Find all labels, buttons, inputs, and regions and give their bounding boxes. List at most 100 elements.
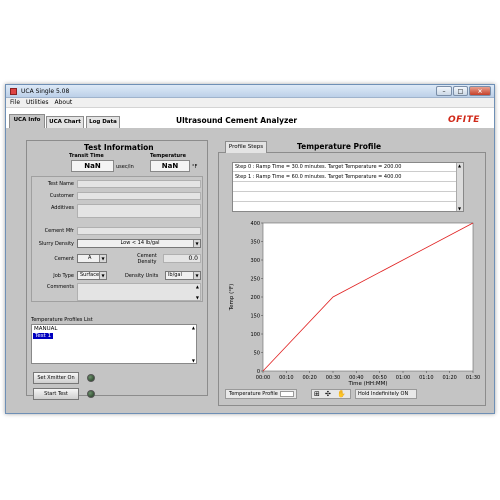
x-tick-label: 01:30 (466, 375, 480, 381)
menu-about[interactable]: About (54, 99, 72, 106)
slurry-density-select[interactable]: Low < 14 lb/gal ▼ (77, 239, 201, 248)
chart-xlabel: Time (HH:MM) (347, 381, 387, 387)
chevron-down-icon: ▼ (193, 240, 200, 247)
density-units-label: Density Units (125, 273, 159, 279)
slurry-density-label: Slurry Density (38, 241, 74, 247)
crosshair-tool-icon[interactable]: ✣ (325, 390, 331, 398)
test-name-input[interactable] (77, 180, 201, 188)
tab-uca-chart[interactable]: UCA Chart (46, 116, 84, 128)
list-scroll-down-icon[interactable]: ▼ (192, 358, 195, 363)
cement-select[interactable]: A ▼ (77, 254, 107, 263)
chart-legend[interactable]: Temperature Profile (225, 389, 297, 399)
y-tick-label: 400 (250, 221, 260, 227)
y-tick-label: 100 (250, 332, 260, 338)
app-window: UCA Single 5.08 – □ × File Utilities Abo… (5, 84, 495, 414)
zoom-tool-icon[interactable]: ⊞ (314, 390, 320, 398)
x-tick-label: 01:10 (419, 375, 433, 381)
tab-uca-info[interactable]: UCA Info (9, 114, 45, 128)
step-row[interactable]: Step 1 : Ramp Time = 60.0 minutes. Targe… (233, 173, 457, 182)
xmitter-status-indicator (87, 374, 95, 382)
profile-item-test-1[interactable]: Test 1 (33, 333, 54, 339)
list-scroll-up-icon[interactable]: ▲ (192, 325, 195, 330)
hold-indefinitely-label: Hold Indefinitely ON (358, 391, 409, 397)
density-units-value: lb/gal (168, 272, 182, 278)
steps-scroll-down-icon[interactable]: ▼ (458, 206, 461, 211)
comments-label: Comments (46, 284, 74, 290)
app-title: Ultrasound Cement Analyzer (176, 116, 298, 125)
x-tick-label: 00:10 (279, 375, 293, 381)
step-row[interactable]: Step 0 : Ramp Time = 30.0 minutes. Targe… (233, 163, 457, 172)
cement-density-value: 0.0 (188, 255, 198, 262)
tab-log-data[interactable]: Log Data (86, 116, 120, 128)
menu-file[interactable]: File (10, 99, 20, 106)
x-tick-label: 01:20 (442, 375, 456, 381)
legend-swatch (280, 391, 294, 397)
cement-mfr-input[interactable] (77, 227, 201, 235)
steps-scrollbar[interactable]: ▲ ▼ (456, 163, 463, 211)
chevron-down-icon: ▼ (99, 255, 106, 262)
cement-value: A (88, 255, 92, 261)
y-tick-label: 200 (250, 295, 260, 301)
minimize-button[interactable]: – (436, 86, 452, 96)
form-box: Test Name Customer Additives Cement Mfr … (31, 176, 203, 302)
tab-profile-steps[interactable]: Profile Steps (225, 141, 267, 153)
chevron-down-icon: ▼ (99, 272, 106, 279)
legend-label: Temperature Profile (229, 391, 278, 397)
profile-panel: Profile Steps Temperature Profile Step 0… (218, 141, 486, 406)
test-name-label: Test Name (47, 181, 74, 187)
test-status-indicator (87, 390, 95, 398)
comments-input[interactable]: ▲ ▼ (77, 283, 201, 301)
title-bar[interactable]: UCA Single 5.08 – □ × (6, 85, 494, 98)
set-xmitter-button[interactable]: Set Xmitter On (33, 372, 79, 384)
test-info-heading: Test Information (84, 143, 154, 152)
transit-time-value: NaN (71, 160, 114, 172)
job-type-select[interactable]: Surface ▼ (77, 271, 107, 280)
menu-utilities[interactable]: Utilities (26, 99, 49, 106)
transit-time-unit: usec/in (116, 164, 134, 170)
logo-text: OFITE (448, 115, 480, 125)
hold-indefinitely-indicator: Hold Indefinitely ON (355, 389, 417, 399)
additives-label: Additives (50, 205, 74, 211)
app-icon (10, 88, 17, 95)
additives-input[interactable] (77, 204, 201, 218)
temperature-profiles-list[interactable]: MANUAL Test 1 ▲ ▼ (31, 324, 197, 364)
temperature-value: NaN (150, 160, 190, 172)
temperature-unit: °F (192, 164, 198, 170)
maximize-button[interactable]: □ (453, 86, 468, 96)
tab-strip: UCA Info UCA Chart Log Data Ultrasound C… (6, 108, 494, 128)
cement-density-input[interactable]: 0.0 (163, 254, 201, 263)
close-button[interactable]: × (469, 86, 491, 96)
customer-input[interactable] (77, 192, 201, 200)
cement-mfr-label: Cement Mfr (44, 228, 74, 234)
profile-steps-list[interactable]: Step 0 : Ramp Time = 30.0 minutes. Targe… (232, 162, 464, 212)
step-row (233, 193, 457, 202)
temperature-profiles-label: Temperature Profiles List (31, 317, 93, 323)
x-tick-label: 00:30 (326, 375, 340, 381)
y-tick-label: 250 (250, 276, 260, 282)
job-type-label: Job Type (53, 273, 74, 279)
graph-palette[interactable]: ⊞ ✣ ✋ (311, 389, 351, 399)
start-test-button[interactable]: Start Test (33, 388, 79, 400)
y-tick-label: 350 (250, 239, 260, 245)
step-0-text: Step 0 : Ramp Time = 30.0 minutes. Targe… (235, 164, 402, 170)
temperature-profile-chart[interactable]: 0 50 100 150 200 250 300 350 400 00:00 00:10 00:20… (225, 217, 481, 387)
test-info-panel: Test Information Transit Time NaN usec/i… (26, 140, 208, 400)
steps-scroll-up-icon[interactable]: ▲ (458, 163, 461, 168)
chart-plot-area (262, 222, 474, 372)
comments-scroll-down-icon[interactable]: ▼ (196, 295, 199, 300)
cement-label: Cement (54, 256, 74, 262)
y-tick-label: 50 (254, 350, 260, 356)
chart-ylabel: Temp (°F) (229, 284, 235, 312)
pan-tool-icon[interactable]: ✋ (337, 390, 346, 398)
x-tick-label: 01:00 (396, 375, 410, 381)
window-title: UCA Single 5.08 (21, 88, 70, 95)
comments-scroll-up-icon[interactable]: ▲ (196, 284, 199, 289)
cement-density-label: Cement Density (137, 253, 157, 265)
y-tick-label: 300 (250, 258, 260, 264)
job-type-value: Surface (80, 272, 100, 278)
profile-title: Temperature Profile (297, 142, 382, 151)
y-tick-label: 0 (257, 369, 260, 375)
profile-item-manual[interactable]: MANUAL (34, 326, 57, 332)
density-units-select[interactable]: lb/gal ▼ (165, 271, 201, 280)
step-row (233, 183, 457, 192)
